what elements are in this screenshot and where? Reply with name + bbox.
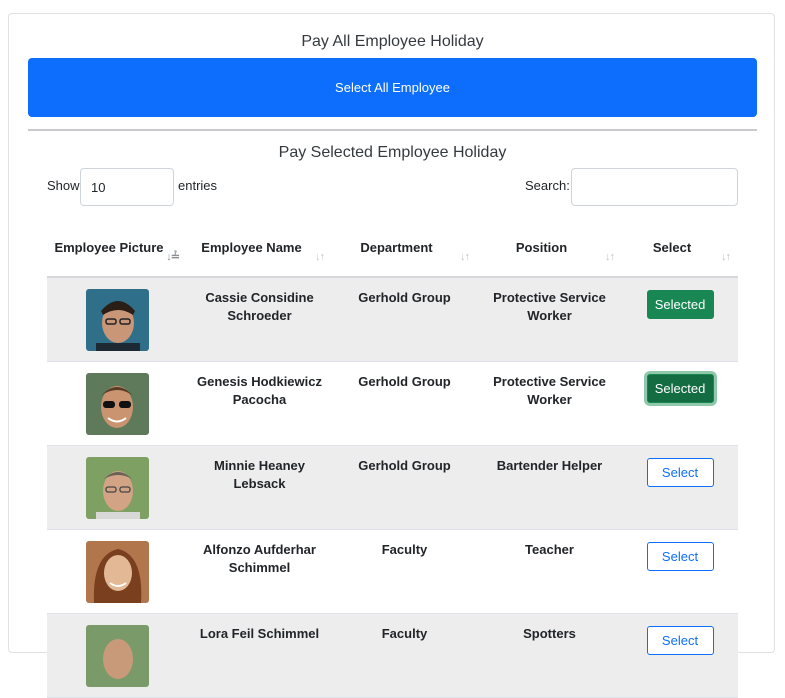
employee-department: Faculty bbox=[332, 529, 477, 614]
table-row: Minnie Heaney Lebsack Gerhold Group Bart… bbox=[47, 445, 738, 530]
sort-icon: ↓↑ bbox=[721, 251, 731, 263]
employee-avatar bbox=[85, 456, 149, 519]
show-label: Show bbox=[47, 178, 80, 193]
employee-name: Minnie Heaney Lebsack bbox=[187, 445, 332, 530]
employee-avatar bbox=[85, 624, 149, 687]
employee-name: Alfonzo Aufderhar Schimmel bbox=[187, 529, 332, 614]
sort-ascending-icon: ↓≟ bbox=[166, 251, 180, 263]
entries-per-page-select[interactable] bbox=[80, 168, 174, 206]
employee-table: Employee Picture ↓≟ Employee Name ↓↑ Depar… bbox=[47, 219, 738, 698]
table-row: Alfonzo Aufderhar Schimmel Faculty Teach… bbox=[47, 529, 738, 614]
column-header-select[interactable]: Select ↓↑ bbox=[622, 219, 738, 278]
employee-department: Gerhold Group bbox=[332, 361, 477, 446]
select-button[interactable]: Select bbox=[646, 625, 714, 655]
employee-department: Gerhold Group bbox=[332, 445, 477, 530]
select-button[interactable]: Select bbox=[646, 541, 714, 571]
select-all-employee-button[interactable]: Select All Employee bbox=[28, 58, 757, 117]
employee-department: Gerhold Group bbox=[332, 277, 477, 362]
employee-name: Genesis Hodkiewicz Pacocha bbox=[187, 361, 332, 446]
employee-position: Teacher bbox=[477, 529, 622, 614]
employee-name: Cassie Considine Schroeder bbox=[187, 277, 332, 362]
employee-position: Protective Service Worker bbox=[477, 361, 622, 446]
employee-position: Protective Service Worker bbox=[477, 277, 622, 362]
column-header-department[interactable]: Department ↓↑ bbox=[332, 219, 477, 278]
employee-avatar bbox=[85, 372, 149, 435]
sort-icon: ↓↑ bbox=[315, 251, 325, 263]
search-label: Search: bbox=[525, 178, 570, 193]
column-header-name[interactable]: Employee Name ↓↑ bbox=[187, 219, 332, 278]
employee-name: Lora Feil Schimmel bbox=[187, 613, 332, 698]
divider bbox=[28, 129, 757, 131]
table-row: Lora Feil Schimmel Faculty Spotters Sele… bbox=[47, 613, 738, 698]
select-button[interactable]: Select bbox=[646, 457, 714, 487]
employee-position: Spotters bbox=[477, 613, 622, 698]
sort-icon: ↓↑ bbox=[605, 251, 615, 263]
table-row: Genesis Hodkiewicz Pacocha Gerhold Group… bbox=[47, 361, 738, 446]
employee-position: Bartender Helper bbox=[477, 445, 622, 530]
selected-button[interactable]: Selected bbox=[646, 373, 714, 403]
entries-label: entries bbox=[178, 178, 218, 193]
table-row: Cassie Considine Schroeder Gerhold Group… bbox=[47, 277, 738, 362]
search-input[interactable] bbox=[571, 168, 738, 206]
employee-avatar bbox=[85, 540, 149, 603]
employee-avatar bbox=[85, 289, 149, 351]
sort-icon: ↓↑ bbox=[460, 251, 470, 263]
section-subtitle: Pay Selected Employee Holiday bbox=[278, 144, 507, 161]
column-header-position[interactable]: Position ↓↑ bbox=[477, 219, 622, 278]
employee-department: Faculty bbox=[332, 613, 477, 698]
column-header-picture[interactable]: Employee Picture ↓≟ bbox=[47, 219, 187, 278]
selected-button[interactable]: Selected bbox=[646, 290, 714, 319]
page-title: Pay All Employee Holiday bbox=[301, 33, 484, 50]
